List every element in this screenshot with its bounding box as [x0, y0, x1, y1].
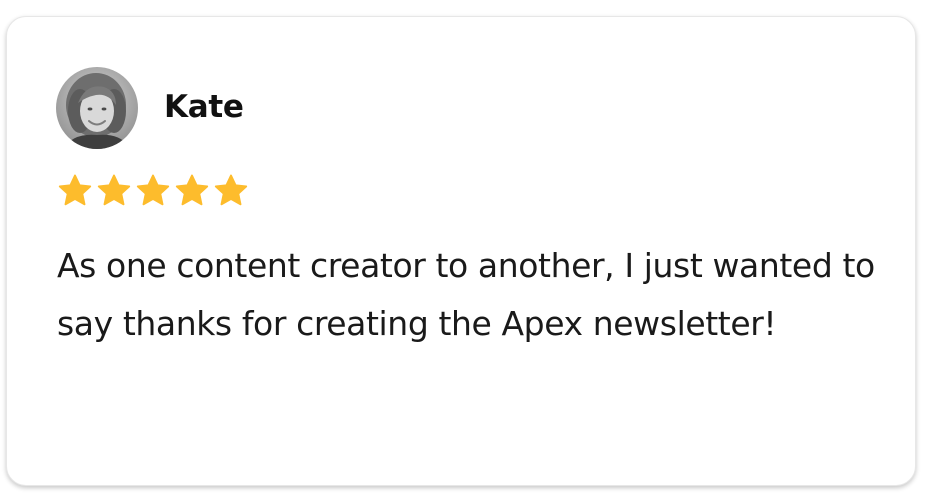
review-card: Kate As one content creator to another, …: [6, 16, 916, 486]
avatar: [56, 67, 138, 149]
star-icon: [97, 174, 131, 206]
reviewer-name: Kate: [164, 89, 244, 125]
star-rating: [56, 172, 250, 212]
star-icon: [136, 174, 170, 206]
review-text: As one content creator to another, I jus…: [57, 246, 875, 343]
star-icon: [175, 174, 209, 206]
avatar-photo: [56, 67, 138, 149]
star-icon: [214, 174, 248, 206]
star-icon: [58, 174, 92, 206]
